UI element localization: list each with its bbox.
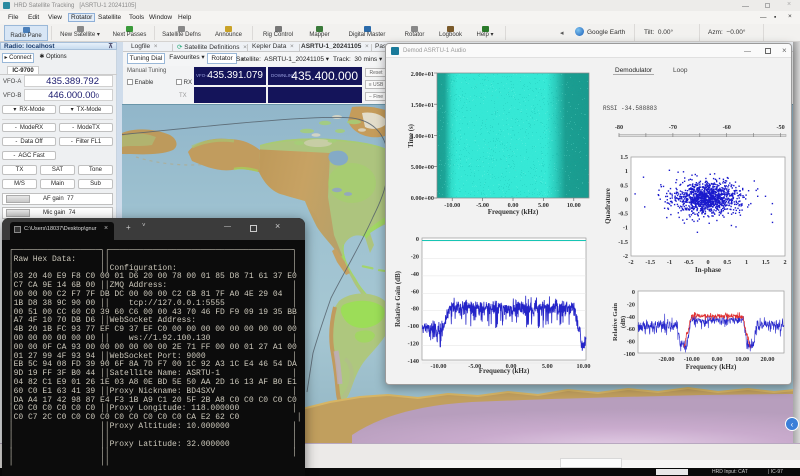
svg-text:2: 2: [783, 259, 786, 266]
svg-text:-20: -20: [627, 301, 635, 308]
svg-text:10.00: 10.00: [577, 363, 591, 370]
svg-text:-20: -20: [411, 253, 419, 260]
svg-text:(dB): (dB): [620, 316, 627, 328]
svg-text:-60: -60: [411, 288, 419, 295]
svg-text:-50: -50: [776, 124, 784, 131]
svg-text:-70: -70: [669, 124, 677, 131]
svg-text:-2: -2: [628, 259, 633, 266]
svg-text:0: 0: [625, 196, 628, 203]
svg-text:-0.5: -0.5: [618, 211, 628, 218]
svg-text:-1: -1: [667, 259, 672, 266]
svg-text:In-phase: In-phase: [695, 266, 721, 274]
svg-text:0: 0: [416, 236, 419, 243]
svg-text:RSSI -34.588883: RSSI -34.588883: [603, 105, 657, 112]
svg-text:1.5: 1.5: [620, 154, 628, 161]
svg-text:-40: -40: [411, 271, 419, 278]
svg-text:-0.5: -0.5: [684, 259, 694, 266]
svg-text:-1.5: -1.5: [618, 239, 628, 246]
svg-text:0.00: 0.00: [712, 356, 723, 363]
svg-text:1: 1: [745, 259, 748, 266]
svg-text:5.00: 5.00: [542, 363, 553, 370]
svg-text:-100: -100: [624, 351, 635, 358]
svg-text:1.50e+01: 1.50e+01: [411, 102, 434, 109]
svg-text:10.00: 10.00: [567, 202, 581, 209]
svg-text:-100: -100: [408, 323, 419, 330]
svg-text:5.00: 5.00: [538, 202, 549, 209]
svg-text:-140: -140: [408, 358, 419, 365]
svg-text:0.5: 0.5: [723, 259, 731, 266]
svg-text:-80: -80: [411, 306, 419, 313]
svg-text:5.00e+00: 5.00e+00: [411, 164, 434, 171]
svg-text:-20.00: -20.00: [659, 356, 675, 363]
svg-text:Time (s): Time (s): [408, 124, 415, 148]
svg-text:0: 0: [632, 289, 635, 296]
svg-text:-60: -60: [723, 124, 731, 131]
svg-text:Frequency (kHz): Frequency (kHz): [479, 367, 530, 375]
svg-text:-10.00: -10.00: [431, 363, 447, 370]
svg-text:-120: -120: [408, 341, 419, 348]
svg-text:1.5: 1.5: [762, 259, 770, 266]
svg-text:-2: -2: [623, 253, 628, 260]
svg-text:Relative Gain: Relative Gain: [612, 303, 619, 341]
svg-text:-60: -60: [627, 326, 635, 333]
svg-text:-1: -1: [623, 225, 628, 232]
svg-text:-40: -40: [627, 314, 635, 321]
svg-text:-80: -80: [627, 339, 635, 346]
svg-text:Relative Gain (dB): Relative Gain (dB): [394, 270, 402, 327]
svg-text:20.00: 20.00: [761, 356, 775, 363]
svg-text:1: 1: [625, 168, 628, 175]
svg-text:-1.5: -1.5: [645, 259, 655, 266]
svg-text:2.00e+01: 2.00e+01: [411, 71, 434, 78]
svg-text:0: 0: [706, 259, 709, 266]
svg-text:0.00e+00: 0.00e+00: [411, 195, 434, 202]
svg-text:10.00: 10.00: [735, 356, 749, 363]
svg-text:Frequency (kHz): Frequency (kHz): [686, 363, 737, 371]
svg-text:Quadrature: Quadrature: [604, 188, 612, 224]
svg-text:-10.00: -10.00: [444, 202, 460, 209]
svg-text:-10.00: -10.00: [684, 356, 700, 363]
svg-text:0.5: 0.5: [620, 182, 628, 189]
svg-text:-80: -80: [615, 124, 623, 131]
svg-text:Frequency (kHz): Frequency (kHz): [488, 208, 539, 216]
